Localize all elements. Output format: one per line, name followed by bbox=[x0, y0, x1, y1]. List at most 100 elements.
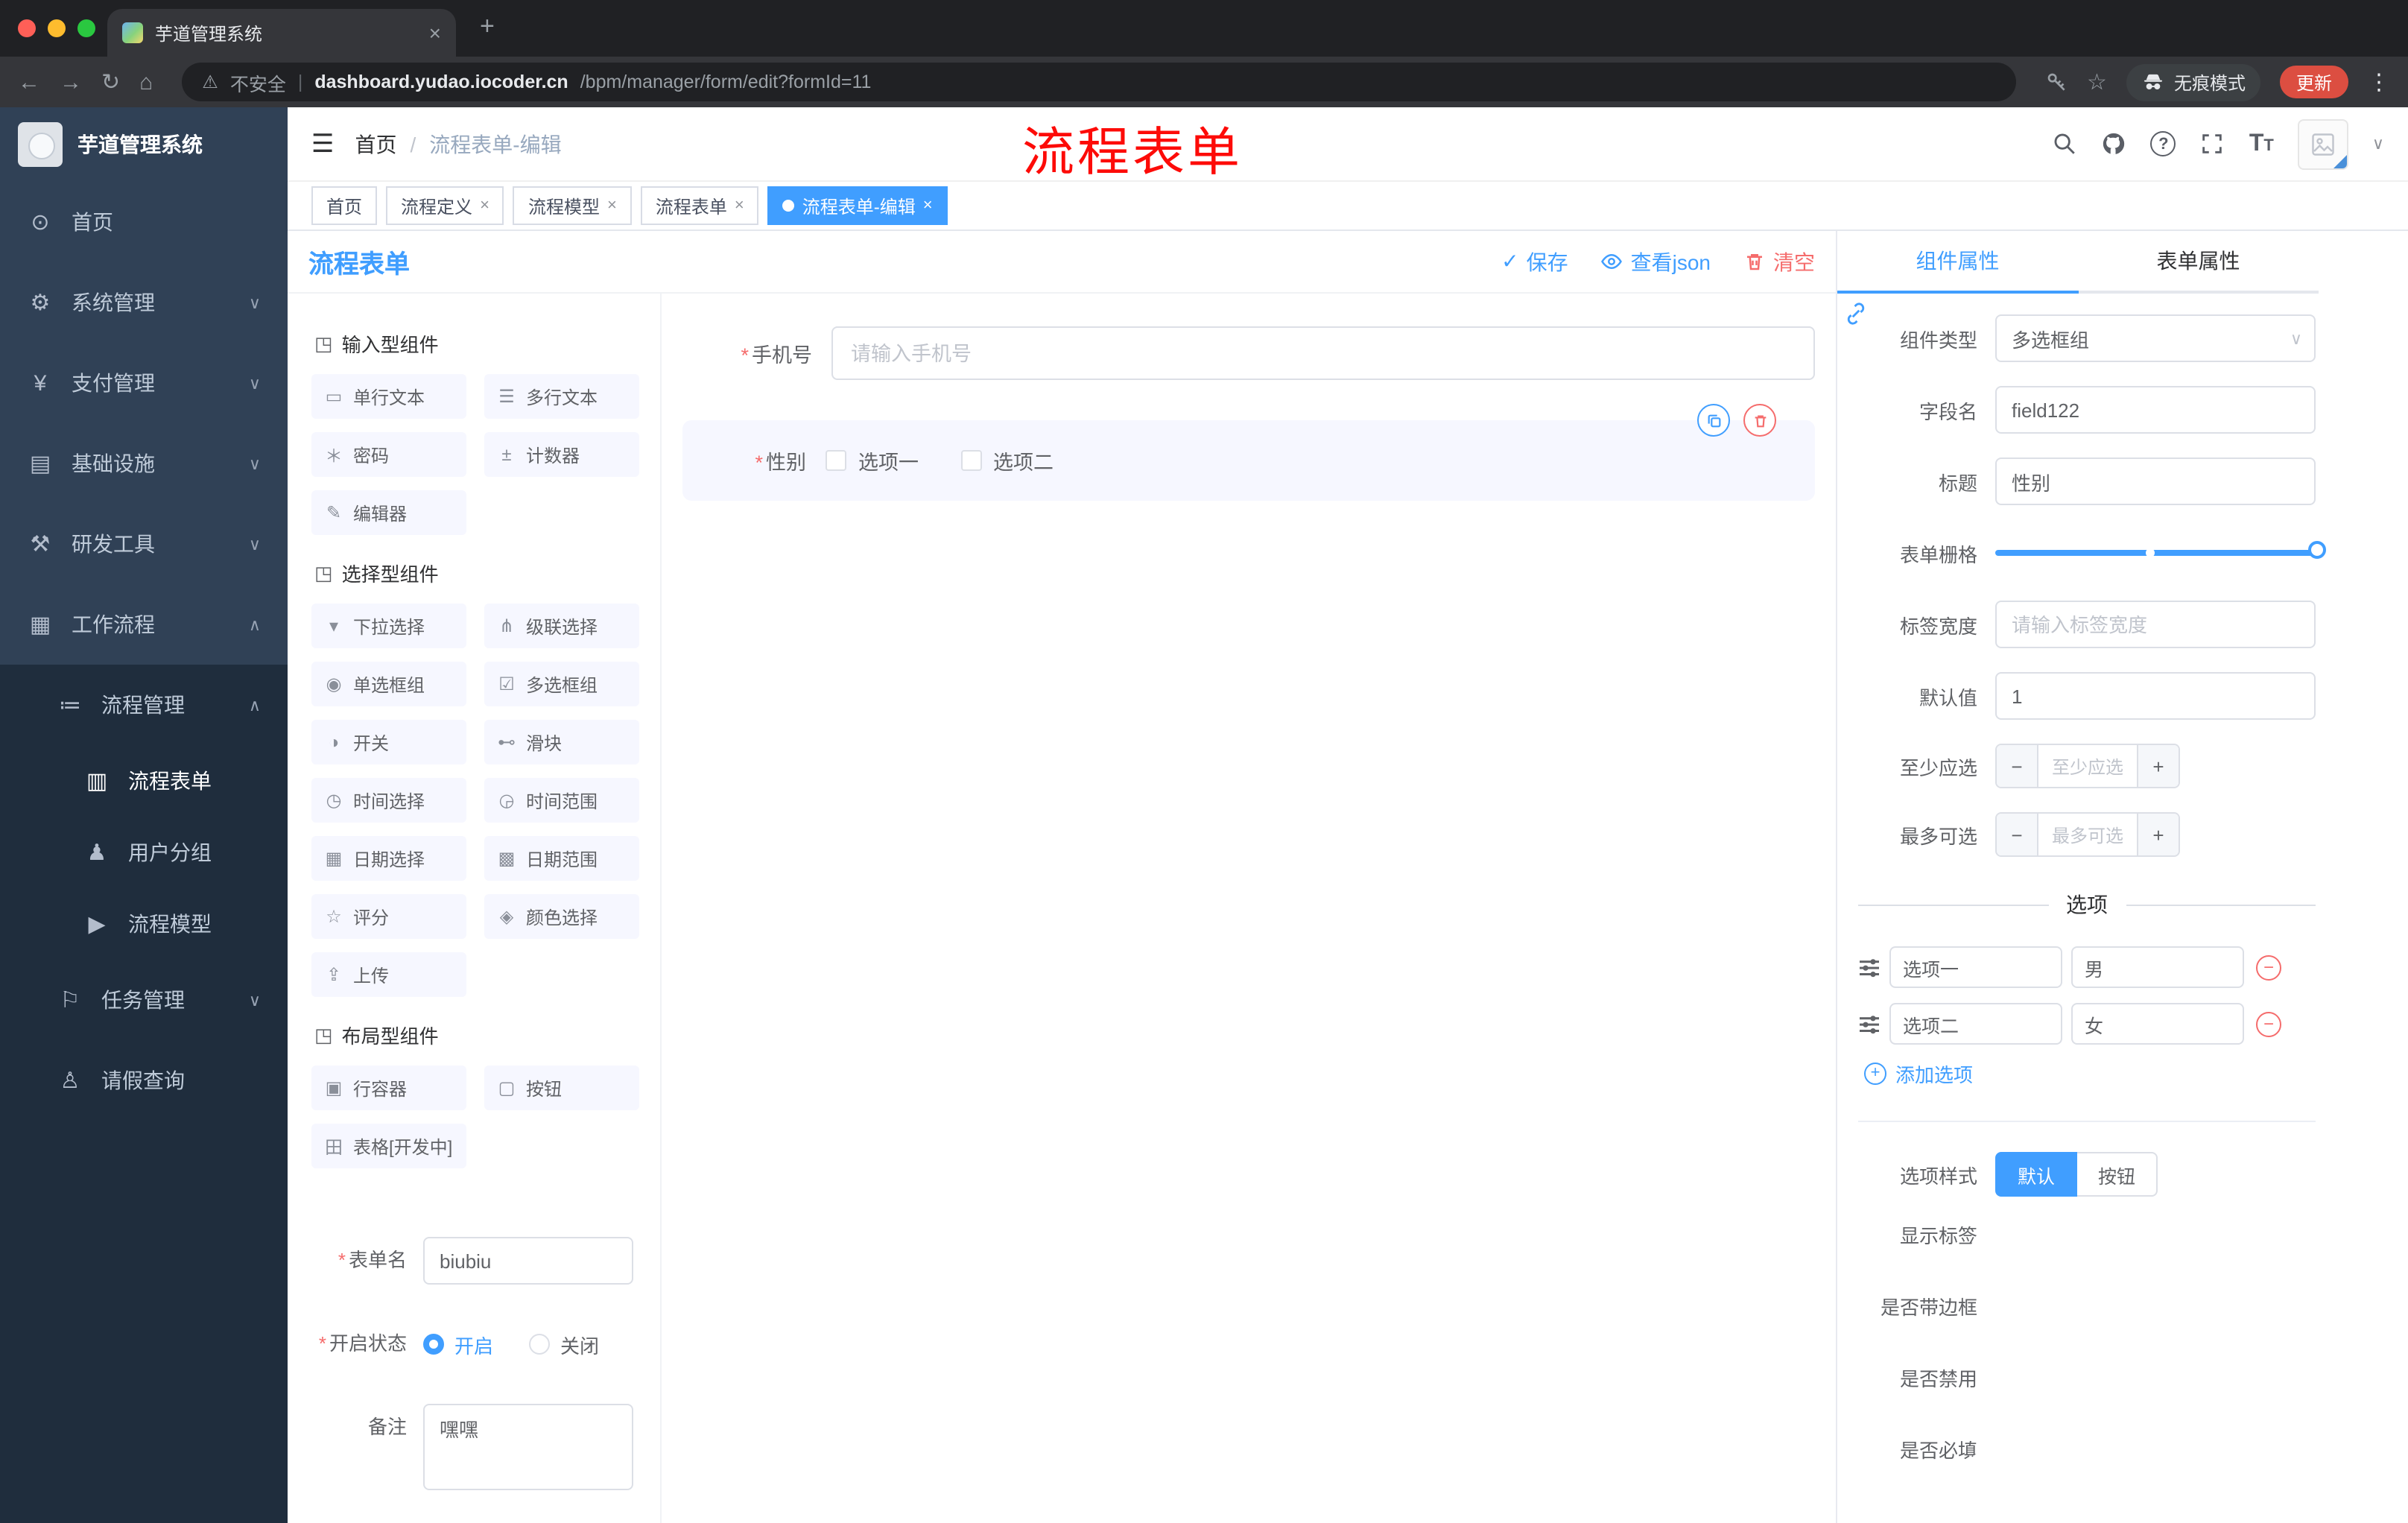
update-button[interactable]: 更新 bbox=[2279, 66, 2348, 98]
component-type-select[interactable]: 多选框组 ∨ bbox=[1995, 314, 2316, 362]
window-minimize-button[interactable] bbox=[48, 19, 66, 37]
default-value-input[interactable] bbox=[1995, 672, 2316, 720]
checkbox[interactable] bbox=[960, 450, 981, 471]
avatar[interactable] bbox=[2297, 118, 2348, 169]
reload-icon[interactable]: ↻ bbox=[101, 71, 120, 93]
drag-handle-icon[interactable] bbox=[1858, 1013, 1881, 1035]
gender-option-1[interactable]: 选项一 bbox=[826, 446, 919, 475]
tag-close-icon[interactable]: × bbox=[480, 197, 489, 214]
sidebar-item-system[interactable]: ⚙ 系统管理 ∨ bbox=[0, 262, 288, 343]
stepper-increase-button[interactable]: + bbox=[2137, 814, 2179, 855]
max-select-input[interactable]: 最多可选 bbox=[2038, 814, 2137, 855]
bookmark-star-icon[interactable]: ☆ bbox=[2087, 71, 2107, 93]
breadcrumb-home[interactable]: 首页 bbox=[355, 129, 397, 159]
add-option-button[interactable]: + 添加选项 bbox=[1864, 1060, 2316, 1088]
stepper-decrease-button[interactable]: − bbox=[1997, 745, 2038, 787]
slider-handle[interactable] bbox=[2308, 541, 2326, 559]
avatar-caret-icon[interactable]: ∨ bbox=[2372, 134, 2384, 153]
palette-item-upload[interactable]: ⇪ 上传 bbox=[311, 952, 466, 997]
min-select-input[interactable]: 至少应选 bbox=[2038, 745, 2137, 787]
label-width-input[interactable] bbox=[1995, 601, 2316, 648]
palette-item-slider[interactable]: ⊷ 滑块 bbox=[484, 720, 639, 764]
palette-item-color-picker[interactable]: ◈ 颜色选择 bbox=[484, 894, 639, 939]
tab-close-icon[interactable]: × bbox=[429, 21, 441, 45]
palette-item-counter[interactable]: ± 计数器 bbox=[484, 432, 639, 477]
browser-tab[interactable]: 芋道管理系统 × bbox=[107, 9, 456, 57]
browser-menu-icon[interactable]: ⋮ bbox=[2368, 69, 2390, 95]
option-value-input[interactable] bbox=[2071, 1003, 2244, 1045]
drag-handle-icon[interactable] bbox=[1858, 956, 1881, 978]
window-zoom-button[interactable] bbox=[77, 19, 95, 37]
help-icon[interactable]: ? bbox=[2150, 131, 2176, 156]
checkbox[interactable] bbox=[826, 450, 846, 471]
sidebar-item-process-mgmt[interactable]: ≔ 流程管理 ∧ bbox=[0, 665, 288, 745]
sidebar-item-dev[interactable]: ⚒ 研发工具 ∨ bbox=[0, 504, 288, 584]
back-icon[interactable]: ← bbox=[18, 71, 40, 93]
stepper-decrease-button[interactable]: − bbox=[1997, 814, 2038, 855]
github-icon[interactable] bbox=[2102, 131, 2127, 156]
palette-item-switch[interactable]: ◑ 开关 bbox=[311, 720, 466, 764]
sidebar-item-pay[interactable]: ¥ 支付管理 ∨ bbox=[0, 343, 288, 423]
canvas-field-phone[interactable]: * 手机号 bbox=[682, 326, 1815, 380]
tag-close-icon[interactable]: × bbox=[735, 197, 744, 214]
option-name-input[interactable] bbox=[1889, 946, 2062, 988]
palette-item-editor[interactable]: ✎ 编辑器 bbox=[311, 490, 466, 535]
sidebar-item-process-form[interactable]: ▥ 流程表单 bbox=[0, 745, 288, 817]
stepper-increase-button[interactable]: + bbox=[2137, 745, 2179, 787]
palette-item-button[interactable]: ▢ 按钮 bbox=[484, 1066, 639, 1110]
palette-item-rate[interactable]: ☆ 评分 bbox=[311, 894, 466, 939]
tag-process-model[interactable]: 流程模型 × bbox=[513, 186, 632, 225]
tag-process-definition[interactable]: 流程定义 × bbox=[386, 186, 504, 225]
tag-home[interactable]: 首页 bbox=[311, 186, 378, 225]
palette-item-time-picker[interactable]: ◷ 时间选择 bbox=[311, 778, 466, 823]
save-button[interactable]: ✓ 保存 bbox=[1501, 247, 1568, 276]
new-tab-button[interactable]: + bbox=[480, 12, 495, 42]
tab-form-props[interactable]: 表单属性 bbox=[2078, 231, 2319, 291]
remove-option-button[interactable]: − bbox=[2256, 954, 2281, 980]
palette-item-time-range[interactable]: ◶ 时间范围 bbox=[484, 778, 639, 823]
password-key-icon[interactable] bbox=[2044, 70, 2068, 94]
forward-icon[interactable]: → bbox=[60, 71, 82, 93]
style-default-button[interactable]: 默认 bbox=[1995, 1152, 2078, 1197]
remove-option-button[interactable]: − bbox=[2256, 1011, 2281, 1036]
search-icon[interactable] bbox=[2053, 131, 2078, 156]
fullscreen-icon[interactable] bbox=[2200, 131, 2225, 156]
palette-item-date-range[interactable]: ▩ 日期范围 bbox=[484, 836, 639, 881]
delete-component-button[interactable] bbox=[1743, 404, 1776, 437]
palette-item-checkbox-group[interactable]: ☑ 多选框组 bbox=[484, 662, 639, 706]
palette-item-multi-line-text[interactable]: ☰ 多行文本 bbox=[484, 374, 639, 419]
address-bar[interactable]: ⚠ 不安全 | dashboard.yudao.iocoder.cn/bpm/m… bbox=[181, 63, 2016, 101]
window-close-button[interactable] bbox=[18, 19, 36, 37]
palette-item-single-line-text[interactable]: ▭ 单行文本 bbox=[311, 374, 466, 419]
font-size-icon[interactable]: TT bbox=[2249, 131, 2274, 156]
home-icon[interactable]: ⌂ bbox=[139, 71, 153, 93]
palette-item-radio-group[interactable]: ◉ 单选框组 bbox=[311, 662, 466, 706]
sidebar-item-process-model[interactable]: ▶ 流程模型 bbox=[0, 888, 288, 960]
tab-component-props[interactable]: 组件属性 bbox=[1837, 231, 2078, 294]
form-canvas[interactable]: *手机号 *性别 选项一 选项二 bbox=[662, 294, 1836, 1523]
palette-item-row-container[interactable]: ▣ 行容器 bbox=[311, 1066, 466, 1110]
style-button-button[interactable]: 按钮 bbox=[2077, 1152, 2158, 1197]
gender-option-2[interactable]: 选项二 bbox=[960, 446, 1054, 475]
tag-close-icon[interactable]: × bbox=[607, 197, 617, 214]
option-name-input[interactable] bbox=[1889, 1003, 2062, 1045]
sidebar-item-task-mgmt[interactable]: ⚐ 任务管理 ∨ bbox=[0, 960, 288, 1040]
palette-item-date-picker[interactable]: ▦ 日期选择 bbox=[311, 836, 466, 881]
phone-input[interactable] bbox=[831, 326, 1815, 380]
palette-item-table[interactable]: 田表格[开发中] bbox=[311, 1124, 466, 1168]
copy-component-button[interactable] bbox=[1697, 404, 1730, 437]
link-icon[interactable] bbox=[1843, 301, 1869, 326]
field-name-input[interactable] bbox=[1995, 386, 2316, 434]
option-value-input[interactable] bbox=[2071, 946, 2244, 988]
palette-item-cascader[interactable]: ⋔ 级联选择 bbox=[484, 604, 639, 648]
sidebar-item-leave-query[interactable]: ♙ 请假查询 bbox=[0, 1040, 288, 1121]
grid-slider[interactable] bbox=[1995, 541, 2326, 559]
status-radio-off[interactable]: 关闭 bbox=[529, 1330, 599, 1358]
canvas-field-gender-selected[interactable]: * 性别 选项一 选项二 bbox=[682, 404, 1815, 501]
tag-process-form-edit[interactable]: 流程表单-编辑 × bbox=[767, 186, 948, 225]
status-radio-on[interactable]: 开启 bbox=[423, 1330, 493, 1358]
palette-item-dropdown[interactable]: ▾ 下拉选择 bbox=[311, 604, 466, 648]
sidebar-item-home[interactable]: ⊙ 首页 bbox=[0, 182, 288, 262]
clear-button[interactable]: 清空 bbox=[1743, 247, 1815, 276]
tag-process-form[interactable]: 流程表单 × bbox=[640, 186, 759, 225]
